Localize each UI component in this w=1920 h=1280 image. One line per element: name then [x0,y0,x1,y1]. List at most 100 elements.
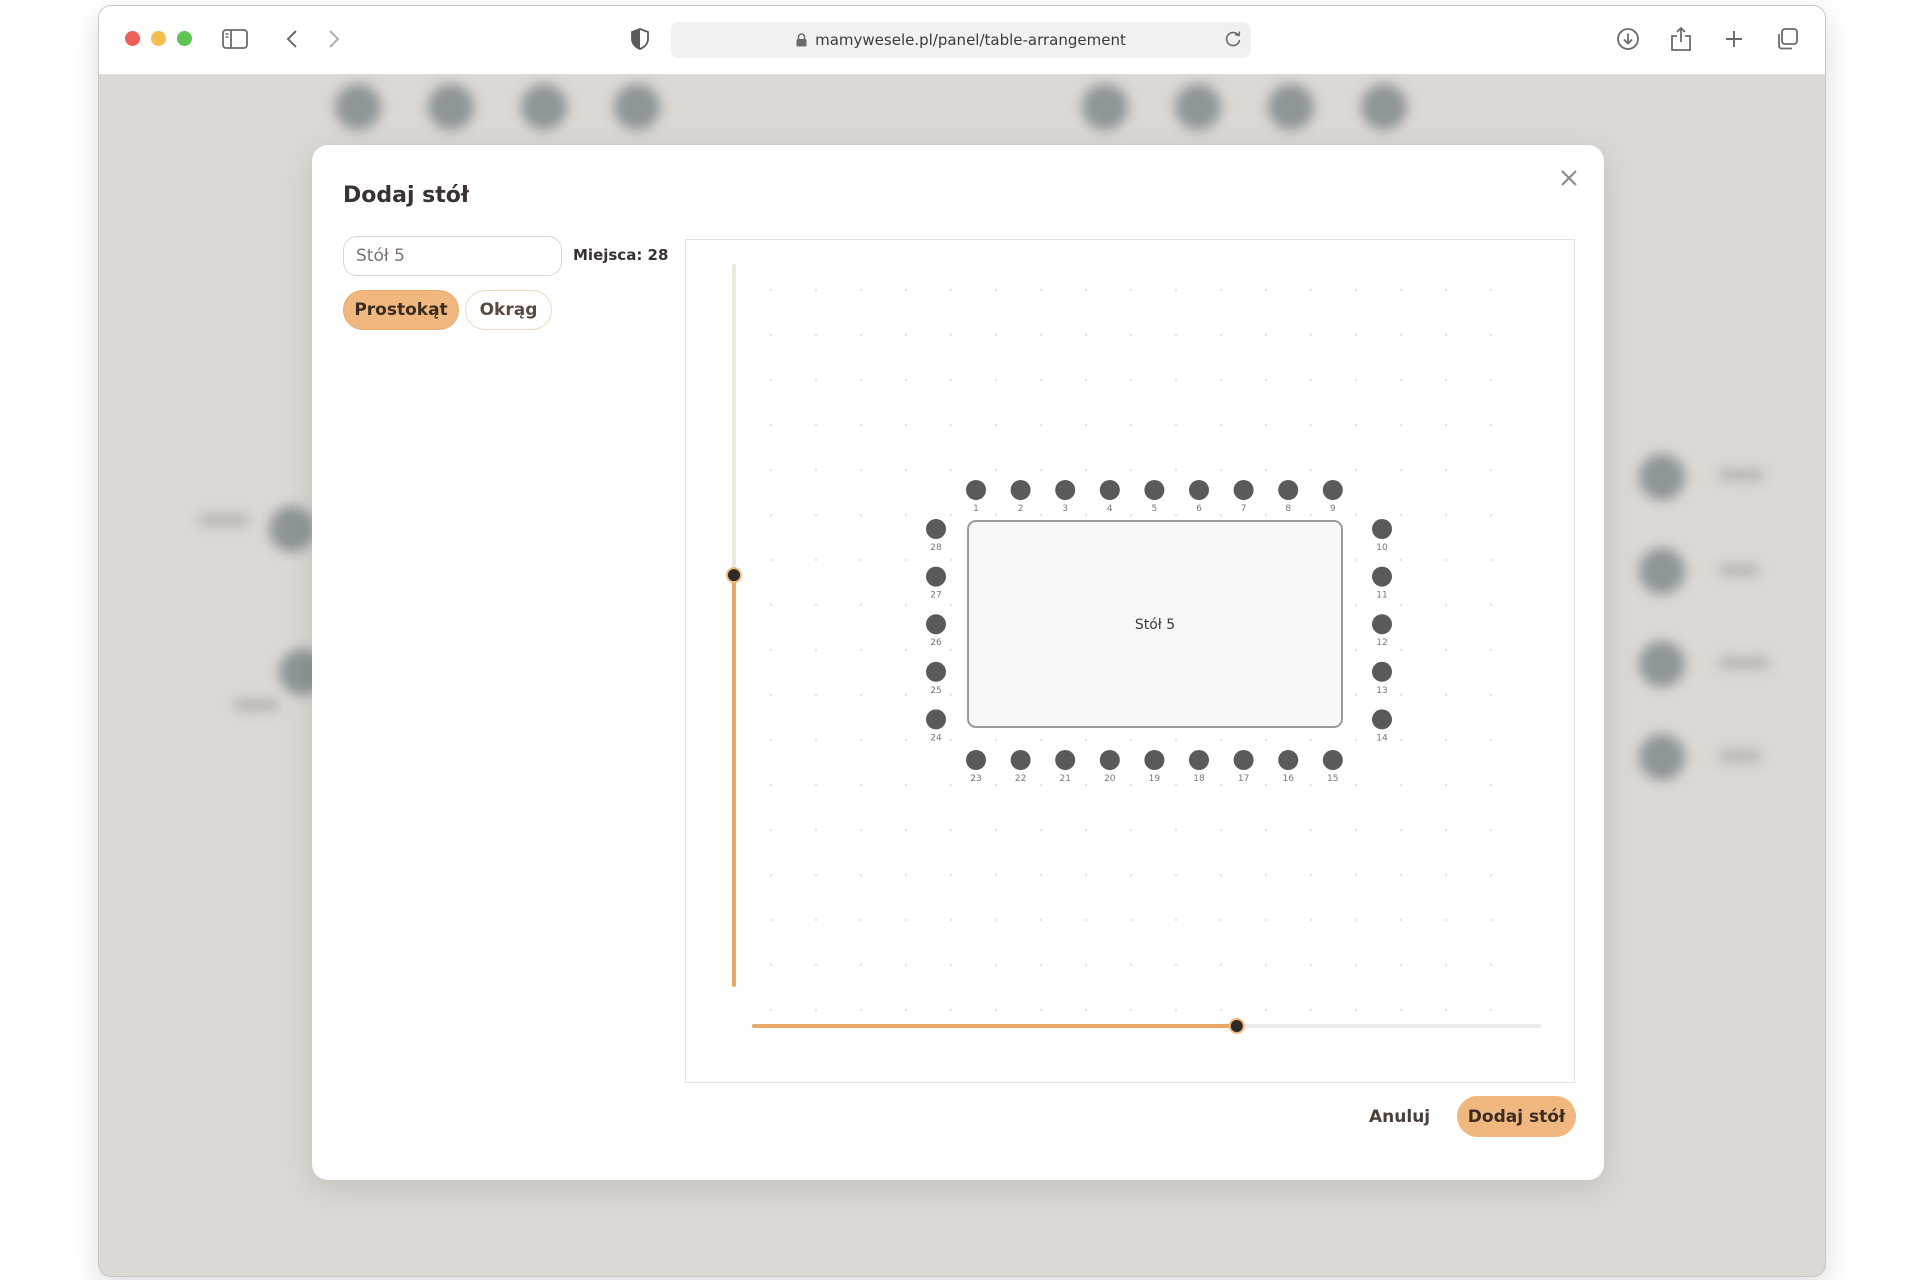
seat[interactable]: 3 [1055,480,1076,514]
seat[interactable]: 16 [1278,750,1299,784]
seat[interactable]: 23 [966,750,986,784]
seat-marker[interactable] [926,614,946,635]
seat[interactable]: 20 [1099,750,1120,784]
grid-dot [859,333,863,337]
sidebar-icon[interactable] [220,24,250,54]
grid-dot [769,828,773,832]
grid-dot [814,783,818,787]
seat[interactable]: 21 [1055,750,1076,784]
seat[interactable]: 24 [926,709,946,743]
seat-marker[interactable] [1322,750,1343,770]
grid-dot [1354,333,1358,337]
seat[interactable]: 10 [1372,519,1392,553]
shape-circle-button[interactable]: Okrąg [465,290,552,330]
seat-number: 11 [1376,591,1387,601]
seat[interactable]: 26 [926,614,946,648]
seat[interactable]: 7 [1233,480,1254,514]
grid-dot [1354,1008,1358,1012]
cancel-button[interactable]: Anuluj [1369,1107,1430,1127]
seat-marker[interactable] [1189,480,1209,500]
close-icon[interactable] [1554,163,1584,193]
seat-marker[interactable] [1278,480,1299,500]
url-text: mamywesele.pl/panel/table-arrangement [815,31,1126,49]
seat-marker[interactable] [926,566,946,587]
grid-dot [814,1008,818,1012]
seat-marker[interactable] [1372,709,1392,730]
chevron-left-icon[interactable] [277,24,307,54]
seat-marker[interactable] [1372,614,1392,635]
close-window-button[interactable] [125,31,140,46]
seat-marker[interactable] [1010,480,1031,500]
add-table-button[interactable]: Dodaj stół [1457,1096,1576,1137]
seat-marker[interactable] [966,480,986,500]
width-slider-thumb[interactable] [1228,1018,1245,1034]
seat[interactable]: 11 [1372,566,1392,601]
seat-marker[interactable] [1055,480,1076,500]
seat[interactable]: 15 [1322,750,1343,784]
seat[interactable]: 22 [1010,750,1031,784]
seat-marker[interactable] [1372,519,1392,539]
grid-dot [814,513,818,517]
grid-dot [904,693,908,697]
address-bar[interactable]: mamywesele.pl/panel/table-arrangement [671,22,1251,58]
seat[interactable]: 17 [1233,750,1254,784]
seat-marker[interactable] [1233,480,1254,500]
shape-rectangle-button[interactable]: Prostokąt [343,290,459,330]
seat-number: 23 [970,774,981,784]
seat[interactable]: 8 [1278,480,1299,514]
seat[interactable]: 4 [1099,480,1120,514]
share-icon[interactable] [1666,24,1696,54]
seat[interactable]: 12 [1372,614,1392,648]
seat-marker[interactable] [1144,750,1165,770]
table-name-input[interactable] [343,236,562,276]
grid-dot [1489,558,1493,562]
seat-marker[interactable] [1278,750,1299,770]
reload-icon[interactable] [1223,29,1243,53]
seat-number: 19 [1149,774,1161,784]
zoom-window-button[interactable] [177,31,192,46]
grid-dot [814,378,818,382]
seat-marker[interactable] [1099,480,1120,500]
seat-number: 15 [1327,774,1338,784]
grid-dot [1309,423,1313,427]
grid-dot [1219,288,1223,292]
seat-marker[interactable] [1322,480,1343,500]
seat[interactable]: 5 [1144,480,1165,514]
seat-marker[interactable] [966,750,986,770]
download-icon[interactable] [1613,24,1643,54]
seat-number: 16 [1282,774,1294,784]
seat-marker[interactable] [1144,480,1165,500]
grid-dot [1309,288,1313,292]
seat[interactable]: 2 [1010,480,1031,514]
chevron-right-icon[interactable] [319,24,349,54]
seat[interactable]: 13 [1372,661,1392,696]
seat[interactable]: 25 [926,661,946,696]
seat[interactable]: 6 [1189,480,1209,514]
shield-icon[interactable] [625,24,655,54]
seat[interactable]: 1 [966,480,986,514]
seat[interactable]: 18 [1189,750,1209,784]
seat-marker[interactable] [1189,750,1209,770]
seat-marker[interactable] [1372,566,1392,587]
plus-icon[interactable] [1719,24,1749,54]
seat-marker[interactable] [1372,661,1392,682]
seat-marker[interactable] [926,661,946,682]
grid-dot [1444,738,1448,742]
seat-marker[interactable] [926,519,946,539]
grid-dot [994,468,998,472]
seat-marker[interactable] [1233,750,1254,770]
grid-dot [1264,378,1268,382]
tabs-icon[interactable] [1772,24,1802,54]
seat-marker[interactable] [1055,750,1076,770]
seat-marker[interactable] [1010,750,1031,770]
seat-marker[interactable] [1099,750,1120,770]
seat-marker[interactable] [926,709,946,730]
height-slider-thumb[interactable] [726,567,742,584]
seat[interactable]: 14 [1372,709,1392,743]
seat[interactable]: 19 [1144,750,1165,784]
seat[interactable]: 9 [1322,480,1343,514]
grid-dot [1264,1008,1268,1012]
minimize-window-button[interactable] [151,31,166,46]
seat[interactable]: 28 [926,519,946,553]
seat[interactable]: 27 [926,566,946,601]
